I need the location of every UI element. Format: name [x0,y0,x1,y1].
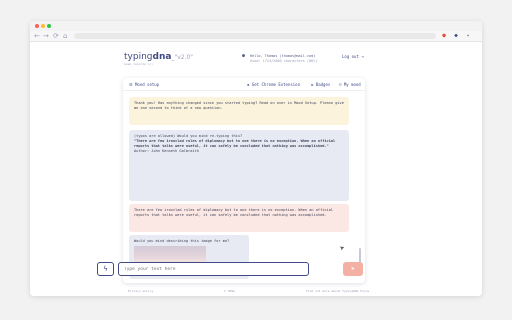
badges-link[interactable]: ✪ Badges [311,82,330,87]
reload-icon[interactable]: ⟳ [53,32,59,41]
send-button[interactable]: ➤ [343,262,363,276]
lightning-button[interactable]: ϟ [97,262,114,276]
chars-used: Used: 1724/2000 characters (86%) [250,59,318,63]
logout-link[interactable]: Log out ⇥ [342,54,364,59]
home-icon[interactable]: ⌂ [63,32,67,41]
message-text: Thank you! Has anything changed since yo… [134,101,344,110]
title-bar [30,21,482,31]
user-message: There are few ironclad rules of diplomac… [129,204,349,232]
browser-toolbar: ← → ⟳ ⌂ ● ◆ ✦ [30,31,482,42]
privacy-link[interactable]: Privacy policy [128,289,153,293]
more-link[interactable]: Find out more about TypingDNA Focus [306,289,369,293]
footer-center: © TDNA [224,289,235,293]
chat-text-input[interactable] [118,262,309,276]
minimize-window-button[interactable] [41,24,45,28]
panel-toolbar: ☰ Mood setup ◈ Get Chrome Extension ✪ Ba… [123,78,365,91]
message-text: There are few ironclad rules of diplomac… [134,208,334,217]
chat-panel: ☰ Mood setup ◈ Get Chrome Extension ✪ Ba… [123,78,365,283]
pin-icon[interactable]: ● [440,32,448,40]
forward-arrow-icon[interactable]: → [43,32,49,41]
maximize-window-button[interactable] [47,24,51,28]
app-header: typingdna_"v2.0" keep records (c) ● Hell… [30,43,482,67]
logo-version: _"v2.0" [171,54,194,61]
bot-message-quote: (typos are allowed) Would you mind re-ty… [129,130,349,201]
back-arrow-icon[interactable]: ← [34,32,40,41]
quote-author: Author: John Kenneth Galbraith [134,149,199,153]
puzzle-icon[interactable]: ✦ [464,32,472,40]
my-mood-link[interactable]: ☺ My mood [339,82,361,87]
badges-label: Badges [315,82,331,87]
get-extension-label: Get Chrome Extension [251,82,300,87]
user-greeting: Hello, Thomas (thomas@mail.com) [250,54,316,58]
bot-message-mood: Thank you! Has anything changed since yo… [129,97,349,125]
mood-setup-link[interactable]: ☰ Mood setup [129,82,159,87]
page-footer: Privacy policy © TDNA Find out more abou… [30,289,482,295]
get-extension-link[interactable]: ◈ Get Chrome Extension [247,82,300,87]
logo-bold: dna [152,52,172,62]
tagline: keep records (c) [124,62,153,66]
logo-prefix: typing [124,52,153,62]
address-bar[interactable] [74,33,436,39]
message-text: Would you mind describing this image for… [134,239,230,243]
user-icon: ● [242,53,246,59]
shield-icon[interactable]: ◆ [452,32,460,40]
quote-text: "There are few ironclad rules of diploma… [134,139,336,148]
chat-input-bar: ϟ ➤ [97,262,363,276]
close-window-button[interactable] [35,24,39,28]
mood-setup-label: Mood setup [135,82,160,87]
my-mood-label: My mood [343,82,361,87]
browser-window: ← → ⟳ ⌂ ● ◆ ✦ typingdna_"v2.0" keep reco… [30,21,482,296]
